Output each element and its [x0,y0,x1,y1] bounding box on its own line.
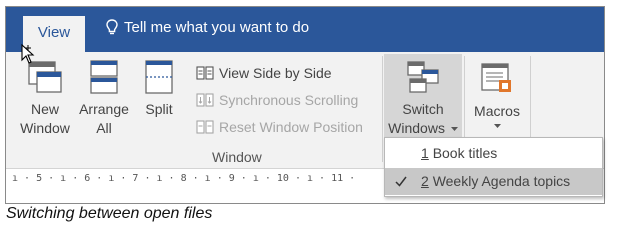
switch-windows-content: Switch Windows [384,60,462,138]
arrange-all-label-2: All [96,120,112,136]
ribbon-tab-bar: View Tell me what you want to do [6,7,604,52]
split-label: Split [145,101,173,117]
switch-windows-icon [407,61,439,93]
menu-item-weekly-agenda-topics[interactable]: 2 Weekly Agenda topics [385,168,602,195]
synchronous-scrolling-label: Synchronous Scrolling [219,92,359,108]
macros-button[interactable]: Macros [466,60,528,129]
view-side-by-side-button[interactable]: View Side by Side [196,65,332,81]
split-icon [145,60,173,94]
switch-windows-label-1: Switch [402,101,444,117]
new-window-label-2: Window [20,120,70,136]
synchronous-scrolling-button[interactable]: Synchronous Scrolling [196,92,358,108]
switch-windows-menu: 1 Book titles 2 Weekly Agenda topics [384,137,603,197]
synchronous-scrolling-icon [196,93,214,107]
split-button[interactable]: Split [136,60,182,119]
switch-windows-label-2-text: Windows [388,120,445,136]
lightbulb-icon [106,19,118,35]
tell-me-search[interactable]: Tell me what you want to do [106,19,309,36]
menu-item-number: 2 [421,173,429,189]
menu-item-book-titles[interactable]: 1 Book titles [385,140,602,167]
macros-icon [481,63,511,92]
new-window-button[interactable]: New Window [16,60,74,138]
new-window-icon [28,61,62,93]
new-window-label-1: New [30,101,59,117]
arrange-all-icon [90,60,118,94]
window-group-label: Window [212,149,262,165]
tell-me-text: Tell me what you want to do [124,19,310,36]
ribbon-separator [382,56,383,162]
dropdown-arrow-icon [450,126,458,131]
ruler-marks: ı · 5 · ı · 6 · ı · 7 · ı · 8 · ı · 9 · … [12,173,356,184]
arrange-all-label-1: Arrange [79,101,129,117]
arrange-all-button[interactable]: Arrange All [75,60,133,138]
switch-windows-button[interactable]: Switch Windows [384,54,462,137]
menu-item-text: 1 Book titles [421,140,497,167]
reset-window-position-button[interactable]: Reset Window Position [196,119,363,135]
menu-item-label: Weekly Agenda topics [432,173,571,189]
macros-label: Macros [474,103,520,119]
reset-window-position-icon [196,120,214,134]
checkmark-icon [395,168,409,204]
menu-item-label: Book titles [432,145,498,161]
side-by-side-icon [196,66,214,80]
menu-item-number: 1 [421,145,429,161]
move-cursor-icon [21,43,35,64]
macros-dropdown-arrow-icon [493,124,501,128]
switch-windows-label-2: Windows [384,119,462,138]
reset-window-position-label: Reset Window Position [219,119,363,135]
view-side-by-side-label: View Side by Side [219,65,332,81]
menu-item-text: 2 Weekly Agenda topics [421,168,570,195]
figure-caption: Switching between open files [6,205,213,222]
